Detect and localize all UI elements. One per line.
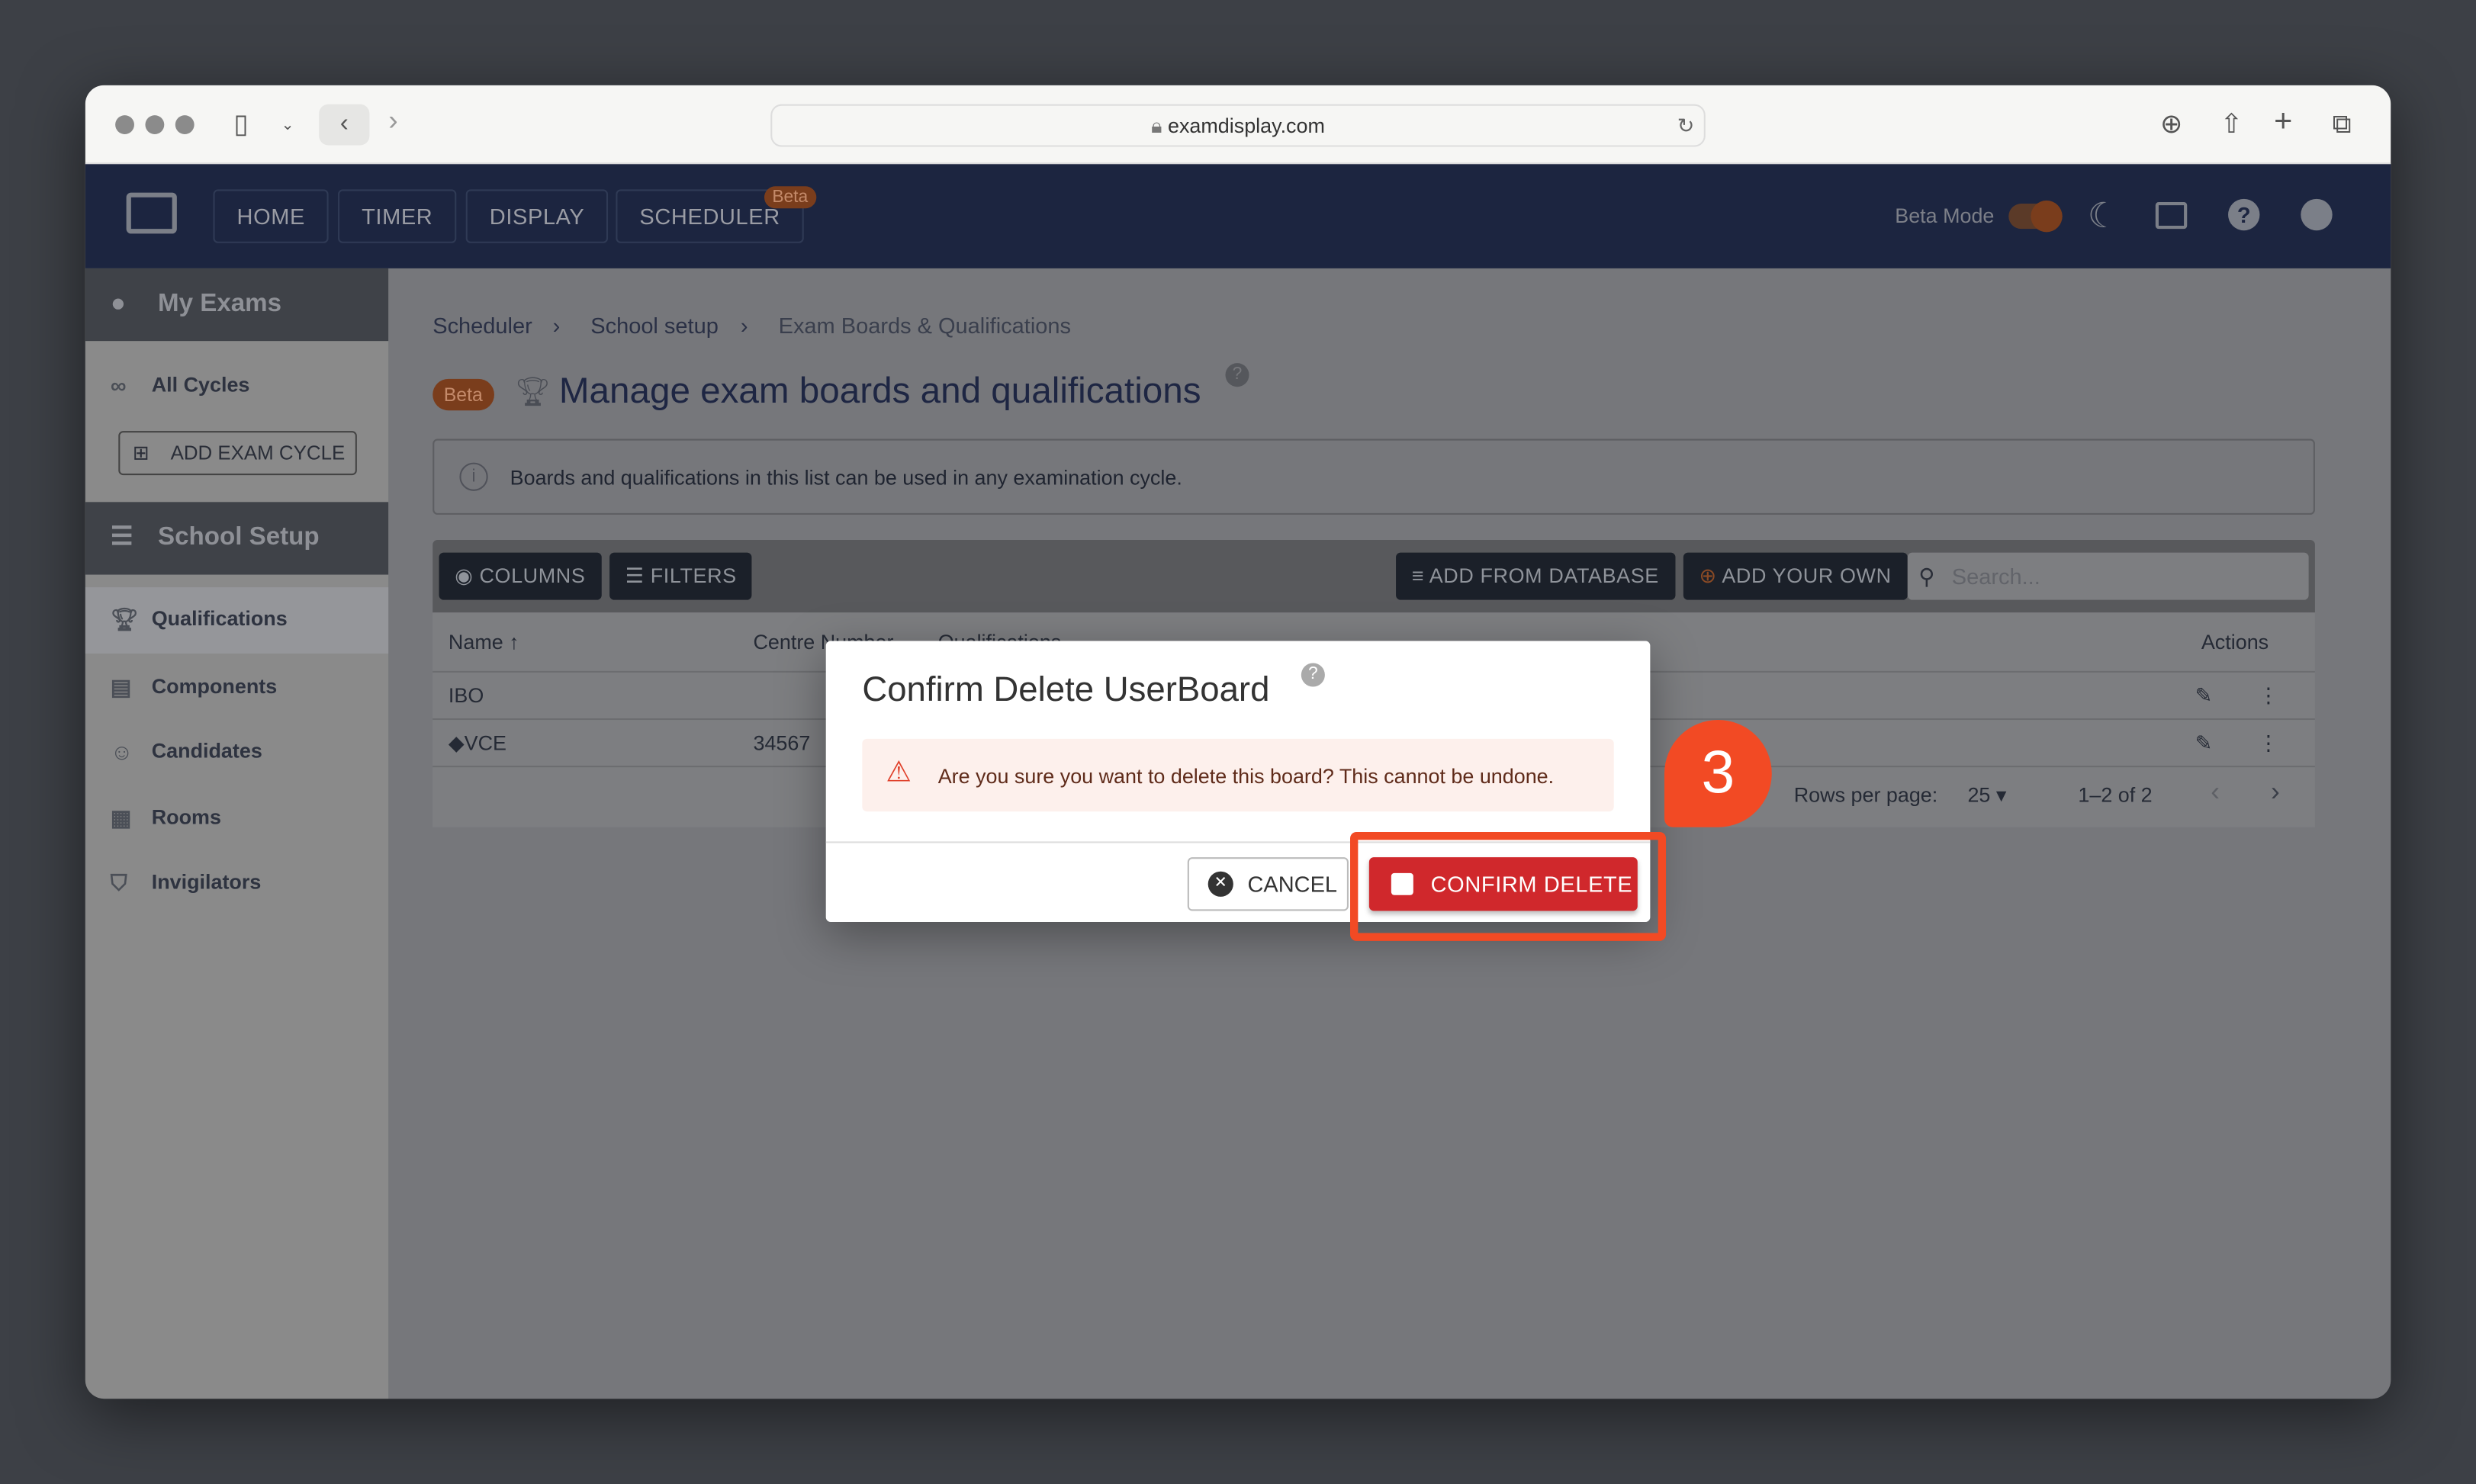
forward-button[interactable]: ›	[388, 104, 397, 137]
sidebar-school-setup[interactable]: ☰ School Setup	[85, 502, 389, 575]
chevron-down-icon[interactable]: ⌄	[281, 117, 294, 134]
scheduler-beta-badge: Beta	[764, 186, 816, 209]
nav-timer[interactable]: TIMER	[338, 189, 457, 243]
annotation-step-badge: 3	[1664, 720, 1772, 827]
info-alert: i Boards and qualifications in this list…	[432, 438, 2315, 515]
page-beta-badge: Beta	[432, 378, 494, 411]
filters-button[interactable]: ☰ FILTERS	[609, 552, 753, 600]
breadcrumb-school-setup[interactable]: School setup	[590, 313, 719, 338]
maximize-window-button[interactable]	[175, 115, 195, 134]
browser-window: ▯ ⌄ ‹ › 🔒︎ examdisplay.com ↻ ⊕ ⇧ + ⧉ HOME…	[85, 85, 2391, 1399]
edit-icon[interactable]: ✎	[2195, 673, 2213, 720]
dark-mode-icon[interactable]: ☾	[2088, 196, 2119, 237]
sidebar-all-cycles[interactable]: ∞ All Cycles	[85, 354, 388, 417]
beta-mode-toggle[interactable]	[2008, 200, 2063, 233]
sidebar-item-invigilators[interactable]: ⛉ Invigilators	[85, 851, 388, 914]
dialog-title: Confirm Delete UserBoard	[862, 669, 1270, 709]
share-icon[interactable]: ⇧	[2220, 109, 2243, 140]
trophy-icon: 🏆︎	[514, 375, 551, 408]
help-icon[interactable]: ?	[1225, 363, 1249, 387]
pagination-range: 1–2 of 2	[2078, 782, 2153, 807]
annotation-highlight-box	[1350, 831, 1667, 941]
add-circle-icon: ⊕	[1699, 564, 1717, 588]
help-icon[interactable]: ?	[1301, 663, 1325, 687]
trophy-icon: 🏆︎	[110, 605, 139, 632]
arrow-up-icon: ↑	[509, 630, 519, 654]
download-icon[interactable]: ⊕	[2160, 109, 2183, 140]
browser-toolbar: ▯ ⌄ ‹ › 🔒︎ examdisplay.com ↻ ⊕ ⇧ + ⧉	[85, 85, 2391, 165]
rows-per-page-select[interactable]: 25 ▾	[1967, 783, 2006, 808]
people-icon: ●	[110, 290, 126, 318]
table-toolbar: ◉ COLUMNS ☰ FILTERS ≡ ADD FROM DATABASE …	[432, 540, 2315, 613]
chevron-right-icon: ›	[740, 312, 748, 339]
building-icon: ▦	[110, 805, 132, 830]
edit-icon[interactable]: ✎	[2195, 720, 2213, 767]
cell-name: ◆VCE	[448, 731, 506, 755]
url-text: examdisplay.com	[1167, 114, 1325, 138]
tune-icon: ☰	[110, 524, 133, 551]
filter-icon: ☰	[625, 564, 645, 588]
reload-icon[interactable]: ↻	[1677, 106, 1695, 147]
warning-icon: ⚠	[886, 756, 912, 789]
eye-icon: ◉	[455, 564, 474, 588]
more-vert-icon[interactable]: ⋮	[2258, 720, 2278, 767]
search-input[interactable]: ⚲ Search...	[1907, 552, 2309, 600]
app-logo-icon[interactable]	[126, 192, 177, 234]
sidebar-my-exams[interactable]: ● My Exams	[85, 268, 389, 342]
shield-icon: ⛉	[110, 869, 127, 895]
minimize-window-button[interactable]	[145, 115, 165, 134]
display-icon[interactable]	[2155, 201, 2188, 230]
help-icon[interactable]: ?	[2228, 198, 2260, 231]
cell-name: IBO	[448, 683, 484, 708]
breadcrumb-scheduler[interactable]: Scheduler	[432, 313, 532, 338]
infinity-icon: ∞	[110, 372, 127, 398]
sidebar-toggle-icon[interactable]: ▯	[233, 109, 248, 140]
previous-page-button[interactable]: ‹	[2211, 777, 2220, 808]
page-title: Manage exam boards and qualifications	[558, 369, 1201, 411]
new-tab-icon[interactable]: +	[2274, 104, 2292, 141]
breadcrumb-current: Exam Boards & Qualifications	[778, 312, 1072, 339]
sidebar-item-candidates[interactable]: ☺ Candidates	[85, 720, 388, 783]
close-window-button[interactable]	[115, 115, 134, 134]
playlist-add-icon: ≡	[1411, 564, 1425, 588]
add-exam-cycle-button[interactable]: ⊞ ADD EXAM CYCLE	[118, 431, 357, 476]
account-icon[interactable]	[2301, 198, 2333, 231]
add-box-icon: ⊞	[132, 442, 150, 464]
nav-display[interactable]: DISPLAY	[465, 189, 609, 243]
lock-icon: 🔒︎	[1151, 114, 1162, 138]
info-text: Boards and qualifications in this list c…	[510, 465, 1182, 490]
sidebar-item-qualifications[interactable]: 🏆︎ Qualifications	[85, 587, 389, 654]
columns-button[interactable]: ◉ COLUMNS	[439, 552, 602, 600]
cancel-icon: ✕	[1207, 871, 1233, 897]
face-icon: ☺	[110, 738, 133, 764]
graduation-cap-icon: ◆	[448, 731, 465, 755]
document-icon: ▤	[110, 673, 132, 700]
next-page-button[interactable]: ›	[2271, 777, 2280, 808]
add-your-own-button[interactable]: ⊕ ADD YOUR OWN	[1683, 552, 1908, 600]
cell-centre: 34567	[753, 731, 811, 755]
column-header-actions: Actions	[2201, 630, 2269, 654]
add-from-database-button[interactable]: ≡ ADD FROM DATABASE	[1396, 552, 1675, 600]
sidebar-item-components[interactable]: ▤ Components	[85, 655, 388, 718]
search-icon: ⚲	[1918, 564, 1935, 589]
info-icon: i	[459, 462, 488, 491]
tabs-overview-icon[interactable]: ⧉	[2333, 109, 2352, 140]
app-nav: HOME TIMER DISPLAY SCHEDULER Beta Beta M…	[85, 164, 2391, 268]
column-header-name[interactable]: Name ↑	[449, 612, 519, 673]
nav-home[interactable]: HOME	[213, 189, 330, 243]
chevron-right-icon: ›	[552, 312, 561, 339]
address-bar[interactable]: 🔒︎ examdisplay.com ↻	[770, 104, 1706, 147]
warning-alert: ⚠ Are you sure you want to delete this b…	[862, 738, 1614, 812]
more-vert-icon[interactable]: ⋮	[2258, 673, 2278, 720]
back-button[interactable]: ‹	[319, 104, 370, 146]
cancel-button[interactable]: ✕ CANCEL	[1187, 857, 1349, 911]
sidebar-item-rooms[interactable]: ▦ Rooms	[85, 786, 388, 850]
beta-mode-label: Beta Mode	[1895, 204, 1995, 228]
warning-text: Are you sure you want to delete this boa…	[937, 763, 1555, 789]
sidebar: ● My Exams ∞ All Cycles ⊞ ADD EXAM CYCLE ☰ S…	[85, 268, 389, 1399]
rows-per-page-label: Rows per page:	[1793, 782, 1938, 807]
